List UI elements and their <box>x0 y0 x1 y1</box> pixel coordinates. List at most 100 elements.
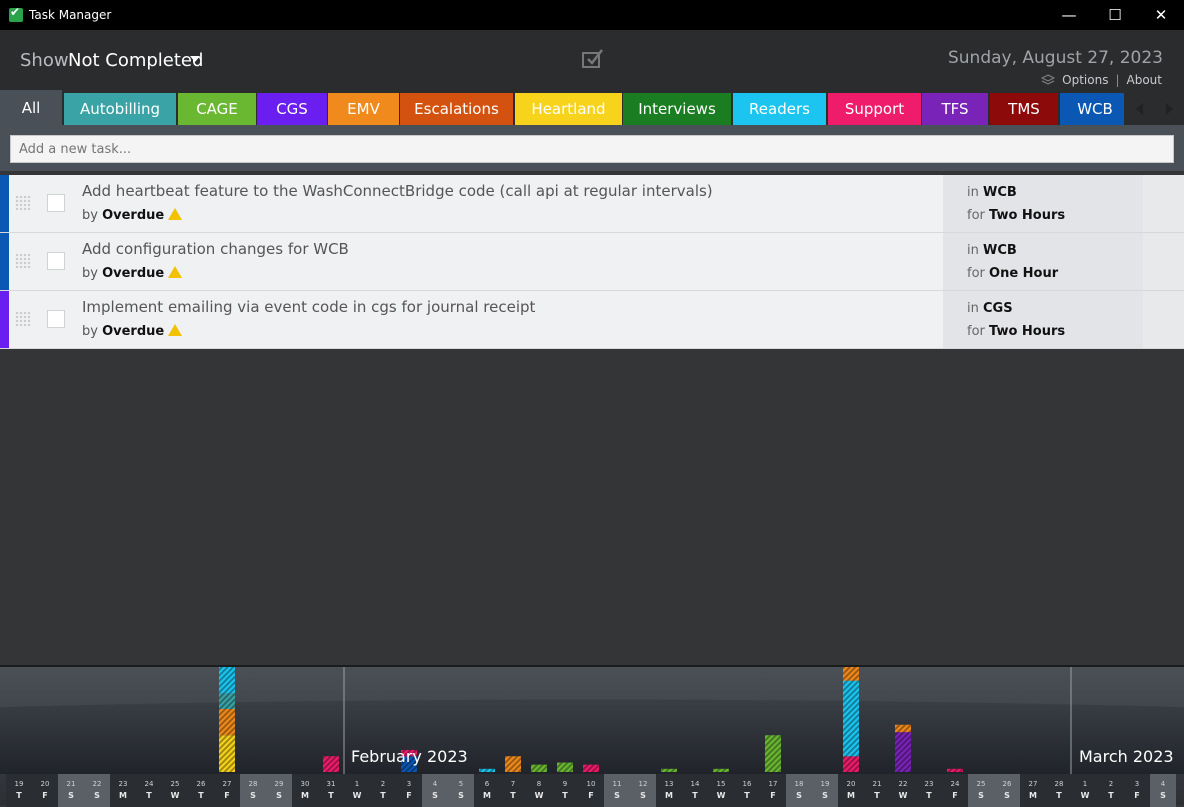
task-complete-checkbox[interactable] <box>47 252 65 270</box>
task-complete-checkbox[interactable] <box>47 194 65 212</box>
tab-wcb[interactable]: WCB <box>1060 93 1130 125</box>
timeline-day[interactable]: 2T <box>1098 774 1124 807</box>
day-number: 24 <box>950 780 960 788</box>
tab-support[interactable]: Support <box>828 93 921 125</box>
timeline-day[interactable]: 21 T <box>864 774 890 807</box>
task-action-column[interactable] <box>1143 233 1184 290</box>
timeline-day[interactable]: 16 T <box>734 774 760 807</box>
timeline-day[interactable]: 13 M <box>656 774 682 807</box>
timeline-day[interactable]: 10 F <box>578 774 604 807</box>
chevron-down-icon[interactable] <box>190 56 200 62</box>
timeline-day[interactable]: 3F <box>1124 774 1150 807</box>
timeline-day[interactable]: 20 M <box>838 774 864 807</box>
tab-tfs[interactable]: TFS <box>922 93 988 125</box>
new-task-input[interactable] <box>10 135 1174 163</box>
timeline-day[interactable]: 22 W <box>890 774 916 807</box>
timeline-day[interactable]: 17 F <box>760 774 786 807</box>
task-category: WCB <box>983 243 1017 258</box>
chevron-right-icon[interactable] <box>1165 103 1173 115</box>
timeline-day[interactable]: 11 S <box>604 774 630 807</box>
timeline-day[interactable]: 8W <box>526 774 552 807</box>
task-title[interactable]: Add configuration changes for WCB <box>82 240 349 258</box>
timeline-day[interactable]: 20 F <box>32 774 58 807</box>
timeline-chart <box>0 667 1184 774</box>
options-link[interactable]: Options <box>1062 73 1108 87</box>
drag-handle-icon[interactable] <box>15 311 31 327</box>
day-weekday: F <box>406 791 412 800</box>
timeline-day[interactable]: 4S <box>1150 774 1176 807</box>
timeline-day[interactable]: 4S <box>422 774 448 807</box>
tab-interviews[interactable]: Interviews <box>623 93 731 125</box>
day-weekday: T <box>692 791 698 800</box>
timeline-day[interactable]: 12 S <box>630 774 656 807</box>
task-title[interactable]: Implement emailing via event code in cgs… <box>82 298 535 316</box>
timeline-day[interactable]: 2T <box>370 774 396 807</box>
task-title[interactable]: Add heartbeat feature to the WashConnect… <box>82 182 713 200</box>
tab-tms[interactable]: TMS <box>990 93 1058 125</box>
timeline-day[interactable]: 22 S <box>84 774 110 807</box>
tab-all[interactable]: All <box>0 90 62 125</box>
tab-readers[interactable]: Readers <box>733 93 826 125</box>
timeline-day[interactable]: 28 S <box>240 774 266 807</box>
chevron-left-icon[interactable] <box>1135 103 1143 115</box>
day-number: 21 <box>872 780 882 788</box>
timeline-day[interactable]: 1W <box>1072 774 1098 807</box>
timeline-day[interactable]: 29 S <box>266 774 292 807</box>
drag-handle-icon[interactable] <box>15 195 31 211</box>
timeline-day[interactable]: 9T <box>552 774 578 807</box>
timeline-day[interactable]: 6M <box>474 774 500 807</box>
timeline-day[interactable]: 21 S <box>58 774 84 807</box>
timeline-day[interactable]: 23 T <box>916 774 942 807</box>
day-number: 2 <box>1108 780 1114 788</box>
due-status: Overdue <box>102 324 165 339</box>
about-link[interactable]: About <box>1127 73 1162 87</box>
maximize-button[interactable]: ☐ <box>1092 0 1138 30</box>
task-action-column[interactable] <box>1143 291 1184 348</box>
day-number: 19 <box>14 780 24 788</box>
title-bar: Task Manager — ☐ ✕ <box>0 0 1184 30</box>
timeline-day[interactable]: 25 W <box>162 774 188 807</box>
tab-escalations[interactable]: Escalations <box>400 93 513 125</box>
timeline-day[interactable]: 1W <box>344 774 370 807</box>
task-row[interactable]: Add heartbeat feature to the WashConnect… <box>0 175 1184 233</box>
window-title: Task Manager <box>29 8 112 22</box>
timeline-day[interactable]: 27 M <box>1020 774 1046 807</box>
timeline-day[interactable]: 26 S <box>994 774 1020 807</box>
timeline-day[interactable]: 18 S <box>786 774 812 807</box>
task-complete-checkbox[interactable] <box>47 310 65 328</box>
day-weekday: S <box>1160 791 1166 800</box>
day-weekday: T <box>328 791 334 800</box>
timeline-day[interactable]: 15 W <box>708 774 734 807</box>
timeline-day[interactable]: 26 T <box>188 774 214 807</box>
timeline-day[interactable]: 7T <box>500 774 526 807</box>
day-number: 6 <box>484 780 490 788</box>
task-row[interactable]: Add configuration changes for WCB by Over… <box>0 233 1184 291</box>
timeline-day[interactable]: 24 T <box>136 774 162 807</box>
task-action-column[interactable] <box>1143 175 1184 232</box>
timeline-day[interactable]: 19 S <box>812 774 838 807</box>
task-row[interactable]: Implement emailing via event code in cgs… <box>0 291 1184 349</box>
timeline-day[interactable]: 23 M <box>110 774 136 807</box>
day-number: 30 <box>300 780 310 788</box>
timeline-day[interactable]: 24 F <box>942 774 968 807</box>
close-button[interactable]: ✕ <box>1138 0 1184 30</box>
drag-handle-icon[interactable] <box>15 253 31 269</box>
tab-cage[interactable]: CAGE <box>178 93 256 125</box>
timeline-day[interactable]: 5S <box>448 774 474 807</box>
timeline-day[interactable]: 14 T <box>682 774 708 807</box>
timeline-day[interactable]: 27 F <box>214 774 240 807</box>
timeline-day[interactable]: 25 S <box>968 774 994 807</box>
day-number: 31 <box>326 780 336 788</box>
tab-heartland[interactable]: Heartland <box>515 93 622 125</box>
tab-emv[interactable]: EMV <box>328 93 399 125</box>
tab-cgs[interactable]: CGS <box>257 93 327 125</box>
minimize-button[interactable]: — <box>1046 0 1092 30</box>
tab-autobilling[interactable]: Autobilling <box>64 93 176 125</box>
timeline-day[interactable]: 31 T <box>318 774 344 807</box>
timeline-day[interactable]: 19 T <box>6 774 32 807</box>
timeline-day[interactable]: 28 T <box>1046 774 1072 807</box>
day-weekday: T <box>16 791 22 800</box>
timeline-day[interactable]: 30 M <box>292 774 318 807</box>
timeline-day[interactable]: 3F <box>396 774 422 807</box>
show-filter-dropdown[interactable]: Not Completed <box>68 50 203 71</box>
